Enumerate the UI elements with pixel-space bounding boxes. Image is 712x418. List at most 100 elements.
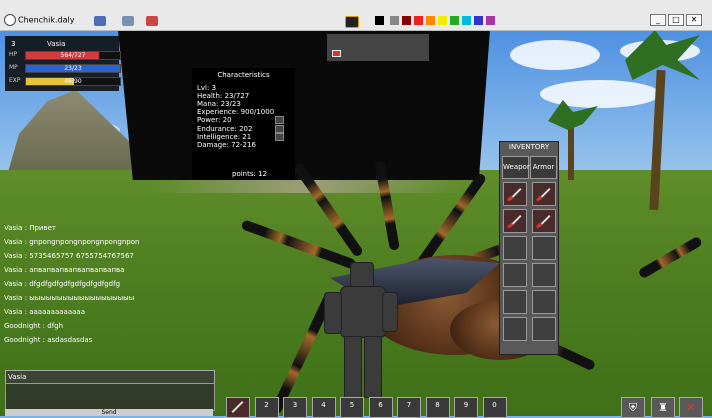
palette-swatch[interactable] — [402, 16, 411, 25]
dark-building — [118, 30, 490, 180]
hotbar-slot[interactable]: 0 — [482, 397, 507, 418]
toolbar-icon[interactable] — [94, 16, 106, 26]
hotbar-slot[interactable]: 9 — [454, 397, 478, 418]
window-titlebar: Chenchik.daly _ □ ✕ — [0, 0, 712, 31]
stat-health: Health: 23/727 — [197, 92, 250, 100]
tab-armor[interactable]: Armor — [530, 156, 557, 179]
bar-track: 564/727 — [25, 51, 121, 60]
inventory-slot[interactable] — [532, 209, 556, 233]
inventory-slot[interactable] — [503, 236, 527, 260]
inventory-slot[interactable] — [532, 236, 556, 260]
sword-icon — [231, 400, 244, 414]
characteristics-panel: Characteristics Lvl: 3 Health: 23/727 Ma… — [192, 68, 295, 180]
player-status-panel: 3 Vasia HP 564/727 MP 23/23 EXP 46/90 — [5, 36, 121, 91]
palette-swatch[interactable] — [438, 16, 447, 25]
palette-swatch[interactable] — [426, 16, 435, 25]
hotbar-slot[interactable]: 6 — [368, 397, 393, 418]
inventory-slot[interactable] — [503, 317, 527, 341]
bag-button[interactable]: ♜ — [651, 397, 675, 418]
knight-character — [318, 262, 408, 402]
palette-swatch[interactable] — [474, 16, 483, 25]
stat-label: MP — [9, 64, 18, 71]
chat-message: Goodnight : dfgh — [4, 322, 64, 330]
stat-damage: Damage: 72-216 — [197, 141, 256, 149]
hotbar-number: 3 — [292, 401, 298, 409]
inventory-slot[interactable] — [503, 263, 527, 287]
toolbar-icon[interactable] — [146, 16, 158, 26]
stat-label: HP — [9, 51, 18, 58]
hotbar-slot[interactable]: 3 — [283, 397, 307, 418]
inventory-panel: INVENTORY Weapon Armor — [499, 141, 559, 355]
palette-swatch[interactable] — [390, 16, 399, 25]
hotbar-slot[interactable]: 8 — [425, 397, 450, 418]
inventory-slot[interactable] — [532, 182, 556, 206]
bag-icon: ♜ — [658, 401, 668, 414]
app-title: Chenchik.daly — [4, 14, 74, 26]
hotbar-number: 8 — [435, 401, 440, 409]
hotbar-number: 2 — [264, 401, 269, 409]
inventory-slot[interactable] — [503, 182, 527, 206]
chat-message: Vasia : 5735465757 6755754767567 — [4, 252, 134, 260]
send-button[interactable]: Send — [5, 409, 213, 416]
chat-compose-area[interactable] — [5, 383, 215, 411]
inventory-slot[interactable] — [503, 209, 527, 233]
palette-swatch[interactable] — [486, 16, 495, 25]
experience-bar: EXP 46/90 — [9, 77, 121, 86]
stat-endurance: Endurance: 202 — [197, 125, 253, 133]
minimize-button[interactable]: _ — [650, 14, 666, 26]
tab-weapon[interactable]: Weapon — [502, 156, 531, 179]
chat-message: Vasia : апвапвапвапвапвапвапва — [4, 266, 125, 274]
inventory-slot[interactable] — [532, 290, 556, 314]
experience-value: 46/90 — [64, 78, 82, 85]
hotbar-slot[interactable]: 7 — [397, 397, 421, 418]
stat-mana: Mana: 23/23 — [197, 100, 241, 108]
hotbar-number: 0 — [492, 401, 497, 409]
palette-swatch[interactable] — [462, 16, 471, 25]
add-power-button[interactable] — [275, 116, 284, 124]
close-icon: ✕ — [686, 401, 696, 414]
player-name: Vasia — [47, 40, 66, 48]
stat-points: points: 12 — [232, 170, 267, 178]
chat-message: Vasia : dfgdfgdfgdfgdfgdfgdfgdfg — [4, 280, 121, 288]
palette-swatch[interactable] — [414, 16, 423, 25]
inventory-slot[interactable] — [532, 263, 556, 287]
hotbar-slot[interactable]: 5 — [340, 397, 364, 418]
bar-track: 23/23 — [25, 64, 121, 73]
stat-power: Power: 20 — [197, 116, 232, 124]
close-game-button[interactable]: ✕ — [679, 397, 703, 418]
hotbar-number: 7 — [406, 401, 412, 409]
toolbar-icon[interactable] — [122, 16, 134, 26]
hotbar-slot[interactable]: 4 — [311, 397, 336, 418]
inventory-title: INVENTORY — [508, 143, 550, 151]
toolbar-icon[interactable] — [345, 16, 359, 28]
stat-experience: Experience: 900/1000 — [197, 108, 275, 116]
hotbar-number: 5 — [349, 401, 355, 409]
inventory-slot[interactable] — [503, 290, 527, 314]
palette-swatch[interactable] — [375, 16, 384, 25]
cloud — [510, 40, 600, 70]
chat-message: Vasia : aaaaaaaaaaaaa — [4, 308, 85, 316]
shield-button[interactable]: ⛨ — [621, 397, 645, 418]
palette-swatch[interactable] — [450, 16, 459, 25]
chat-message: Vasia : ыыыыыыыыыыыыыыыыыыы — [4, 294, 135, 302]
stat-label: EXP — [9, 77, 21, 84]
chat-input-box[interactable] — [5, 370, 215, 384]
inventory-slot[interactable] — [532, 317, 556, 341]
hotbar-number: 4 — [321, 401, 326, 409]
health-value: 564/727 — [60, 52, 86, 59]
stat-intelligence: Intelligence: 21 — [197, 133, 252, 141]
hotbar-slot[interactable]: 2 — [254, 397, 279, 418]
chat-message: Vasia : Привет — [4, 224, 56, 232]
shield-icon: ⛨ — [628, 401, 638, 414]
chat-message: Goodnight : asdasdasdas — [4, 336, 93, 344]
cloud — [540, 80, 660, 108]
close-button[interactable]: ✕ — [686, 14, 702, 26]
mana-bar: MP 23/23 — [9, 64, 121, 73]
chat-message: Vasia : gnpongnpongnpongnpongnpon — [4, 238, 140, 246]
chat-input[interactable] — [8, 371, 208, 383]
health-bar: HP 564/727 — [9, 51, 121, 60]
add-endurance-button[interactable] — [275, 125, 284, 133]
hotbar-slot[interactable] — [226, 397, 250, 418]
add-intelligence-button[interactable] — [275, 133, 284, 141]
maximize-button[interactable]: □ — [668, 14, 684, 26]
